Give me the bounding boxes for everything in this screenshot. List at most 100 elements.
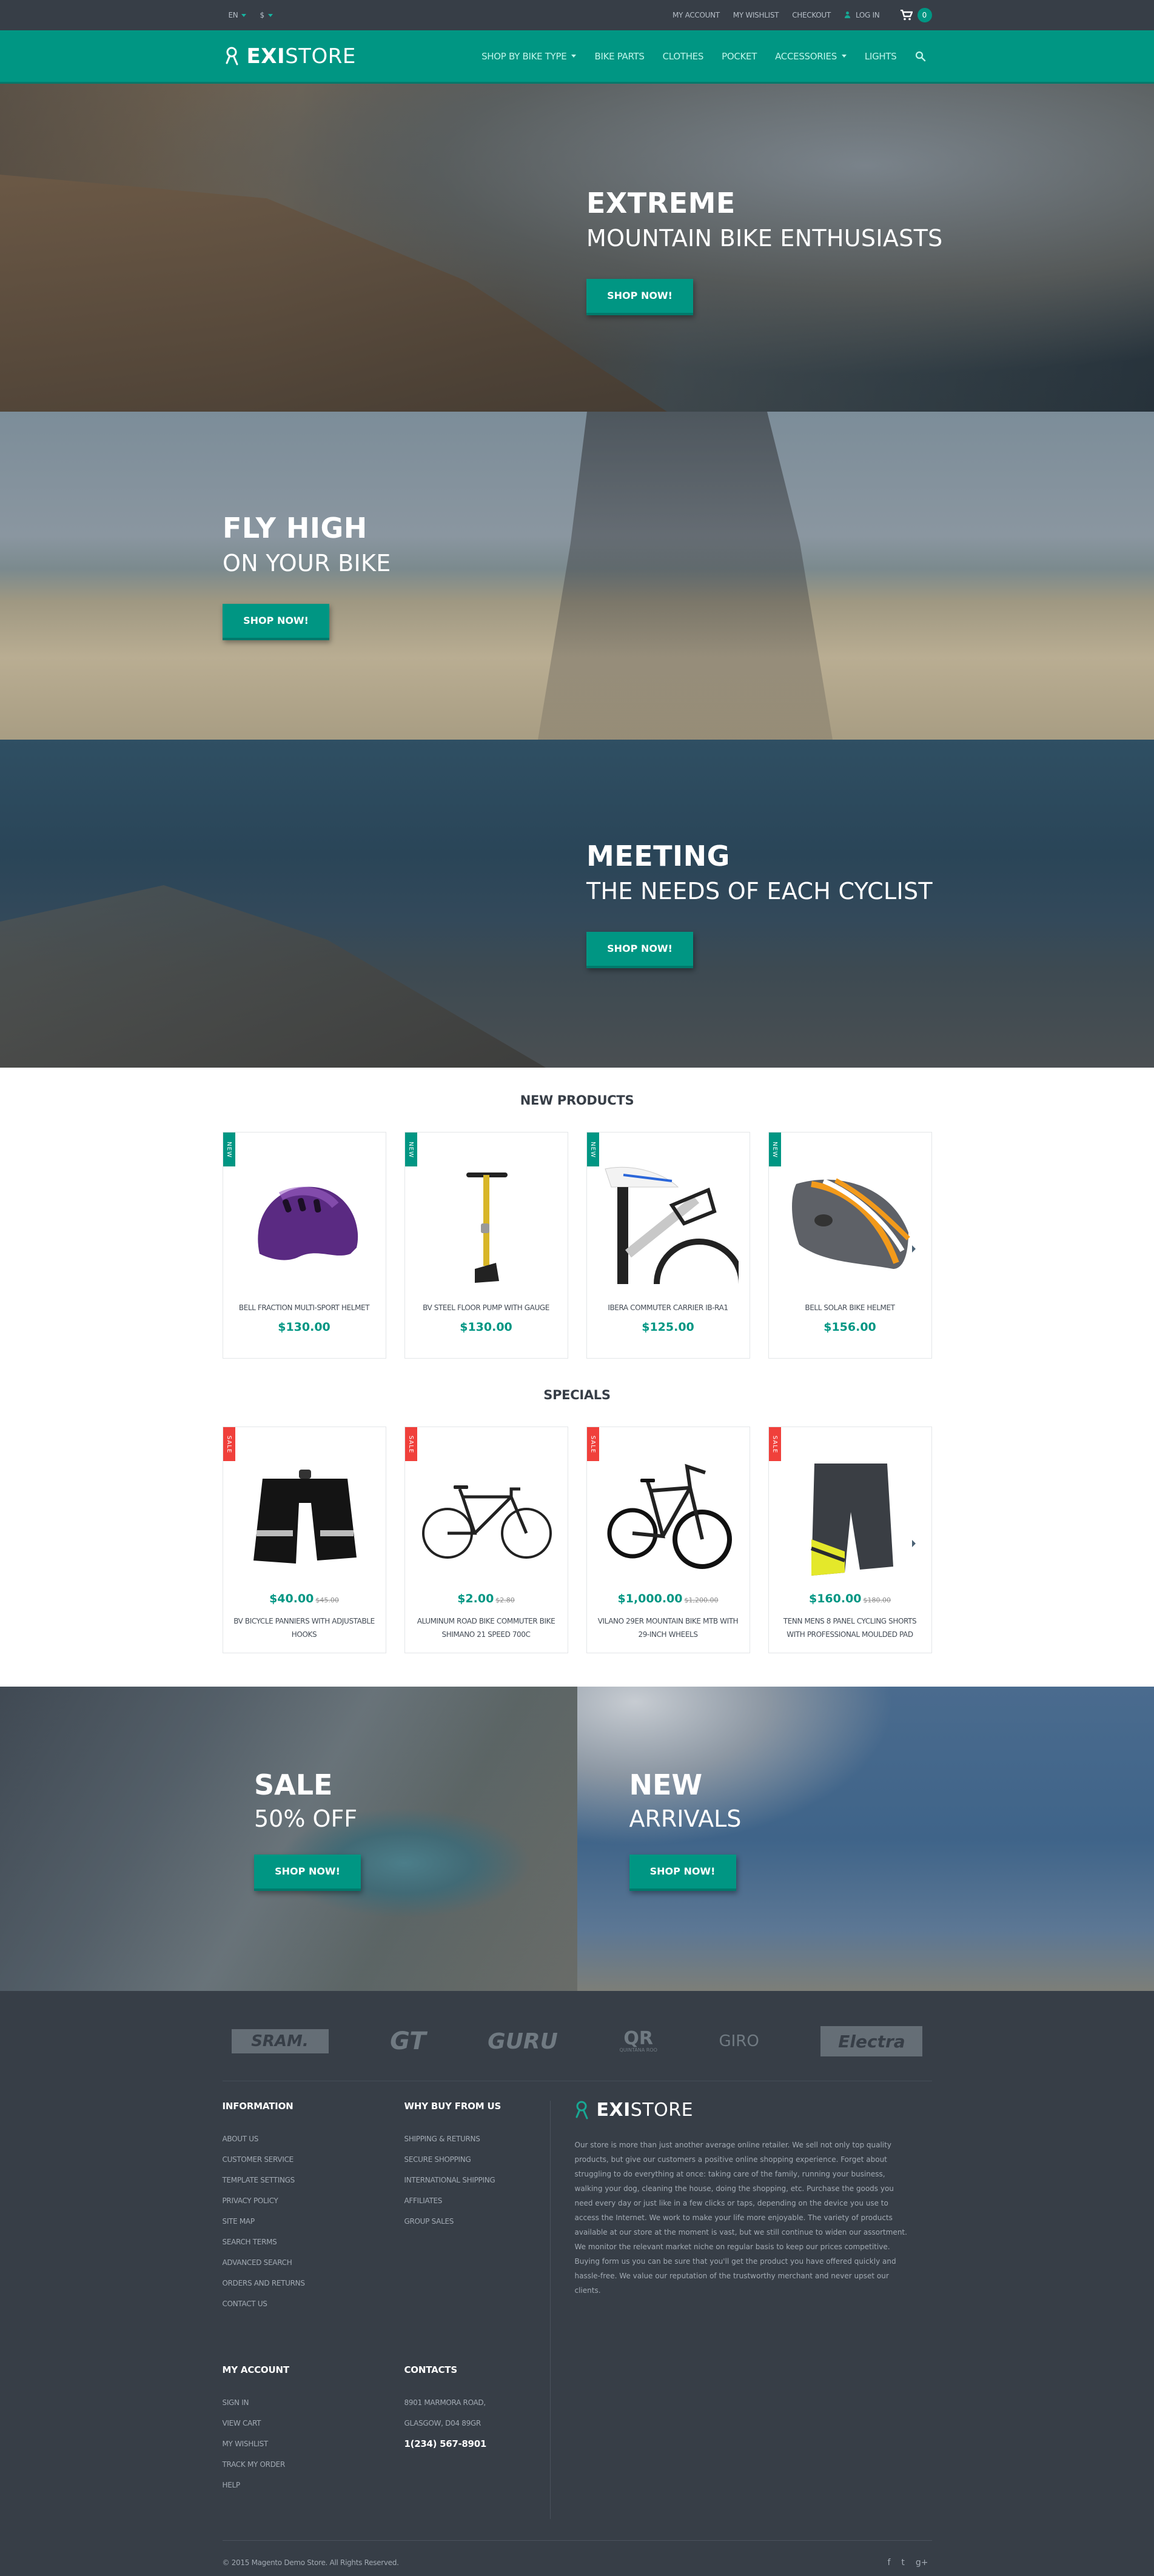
- product-name: BV STEEL FLOOR PUMP WITH GAUGE: [410, 1301, 563, 1314]
- search-icon[interactable]: [915, 51, 926, 62]
- footer-link[interactable]: INTERNATIONAL SHIPPING: [404, 2170, 550, 2190]
- brand-electra[interactable]: Electra: [820, 2026, 922, 2056]
- footer-logo[interactable]: EXISTORE: [575, 2099, 932, 2121]
- facebook-icon[interactable]: f: [887, 2558, 890, 2568]
- footer-link[interactable]: HELP: [223, 2475, 404, 2495]
- brand-sram[interactable]: SRAM.: [232, 2029, 329, 2053]
- product-card[interactable]: NEW BELL FRACTION MULTI-SPORT HELMET $13…: [223, 1132, 386, 1359]
- footer-col-my-account: MY ACCOUNT SIGN IN VIEW CART MY WISHLIST…: [223, 2364, 404, 2519]
- shop-now-button[interactable]: SHOP NOW!: [223, 604, 329, 640]
- product-card[interactable]: NEW IBERA COMMUTER CARRIER IB-RA1 $125.0…: [586, 1132, 750, 1359]
- hero-image-mountain-biker: [0, 84, 1154, 412]
- footer-bottom: © 2015 Magento Demo Store. All Rights Re…: [223, 2541, 932, 2568]
- nav-accessories[interactable]: ACCESSORIES: [775, 51, 847, 62]
- product-card[interactable]: NEW BV STEEL FLOOR PUMP WITH GAUGE $130.…: [404, 1132, 568, 1359]
- product-price: $130.00: [405, 1320, 568, 1334]
- product-card[interactable]: SALE $160.00$180.00 TENN MENS 8 PANEL CY…: [768, 1427, 932, 1653]
- product-price: $125.00: [587, 1320, 750, 1334]
- footer-link[interactable]: VIEW CART: [223, 2413, 404, 2434]
- hero-image-cyclist-field: [0, 412, 1154, 740]
- footer-link[interactable]: CONTACT US: [223, 2293, 404, 2314]
- product-name: BELL FRACTION MULTI-SPORT HELMET: [228, 1301, 381, 1314]
- address-line: GLASGOW, D04 89GR: [404, 2413, 550, 2434]
- footer-link[interactable]: GROUP SALES: [404, 2211, 550, 2232]
- footer-link[interactable]: TRACK MY ORDER: [223, 2454, 404, 2475]
- badge-label: NEW: [589, 1142, 596, 1158]
- my-account-link[interactable]: MY ACCOUNT: [673, 11, 720, 19]
- footer-link[interactable]: ORDERS AND RETURNS: [223, 2273, 404, 2293]
- language-switcher[interactable]: EN: [229, 11, 247, 19]
- carousel-next-icon[interactable]: [912, 1540, 916, 1547]
- badge-label: SALE: [226, 1435, 232, 1453]
- nav-bike-parts[interactable]: BIKE PARTS: [594, 51, 644, 62]
- address-line: 8901 MARMORA ROAD,: [404, 2392, 550, 2413]
- footer-columns: INFORMATION ABOUT US CUSTOMER SERVICE TE…: [223, 2101, 550, 2519]
- brand-quintana-roo[interactable]: QRQUINTANA ROO: [619, 2030, 657, 2053]
- footer-link[interactable]: PRIVACY POLICY: [223, 2190, 404, 2211]
- footer-link[interactable]: TEMPLATE SETTINGS: [223, 2170, 404, 2190]
- logo-text: EXISTORE: [247, 44, 356, 69]
- footer-link[interactable]: CUSTOMER SERVICE: [223, 2149, 404, 2170]
- nav-pocket[interactable]: POCKET: [722, 51, 757, 62]
- shop-now-button[interactable]: SHOP NOW!: [629, 1855, 736, 1891]
- product-image-cycling-shorts: [781, 1457, 921, 1579]
- footer-link[interactable]: SITE MAP: [223, 2211, 404, 2232]
- main-header: EXISTORE SHOP BY BIKE TYPE BIKE PARTS CL…: [0, 30, 1154, 84]
- currency-switcher[interactable]: $: [260, 11, 272, 19]
- nav-label: SHOP BY BIKE TYPE: [481, 51, 566, 62]
- product-image-purple-helmet: [235, 1163, 375, 1284]
- footer-link[interactable]: ABOUT US: [223, 2129, 404, 2149]
- promo-title: SALE: [254, 1768, 361, 1802]
- slide-title: EXTREME: [586, 187, 943, 220]
- product-card[interactable]: SALE $2.00$2.80 ALUMINUM ROAD BIKE COMMU…: [404, 1427, 568, 1653]
- nav-clothes[interactable]: CLOTHES: [663, 51, 703, 62]
- shop-now-button[interactable]: SHOP NOW!: [254, 1855, 361, 1891]
- old-price: $45.00: [315, 1596, 339, 1604]
- carousel-next-icon[interactable]: [912, 1245, 916, 1253]
- phone-number[interactable]: 1(234) 567-8901: [404, 2434, 550, 2454]
- google-plus-icon[interactable]: g+: [916, 2558, 928, 2568]
- cart-button[interactable]: 0: [901, 8, 932, 22]
- footer-link[interactable]: SECURE SHOPPING: [404, 2149, 550, 2170]
- shop-now-button[interactable]: SHOP NOW!: [586, 279, 693, 315]
- currency-label: $: [260, 11, 264, 19]
- nav-label: ACCESSORIES: [775, 51, 837, 62]
- special-price: $2.00: [457, 1592, 494, 1605]
- hero-slide-meeting: MEETING THE NEEDS OF EACH CYCLIST SHOP N…: [0, 740, 1154, 1068]
- sale-badge: SALE: [769, 1427, 781, 1461]
- brand-giro[interactable]: GIRO: [719, 2032, 759, 2050]
- twitter-icon[interactable]: t: [901, 2558, 905, 2568]
- promo-caption: NEW ARRIVALS SHOP NOW!: [629, 1768, 742, 1891]
- checkout-link[interactable]: CHECKOUT: [792, 11, 831, 19]
- nav-shop-by-bike-type[interactable]: SHOP BY BIKE TYPE: [481, 51, 576, 62]
- slide-caption: FLY HIGH ON YOUR BIKE SHOP NOW!: [223, 512, 391, 640]
- footer-heading: WHY BUY FROM US: [404, 2101, 550, 2112]
- shop-now-button[interactable]: SHOP NOW!: [586, 932, 693, 968]
- footer-link[interactable]: SHIPPING & RETURNS: [404, 2129, 550, 2149]
- my-wishlist-link[interactable]: MY WISHLIST: [733, 11, 779, 19]
- badge-label: NEW: [771, 1142, 778, 1158]
- slide-subtitle: MOUNTAIN BIKE ENTHUSIASTS: [586, 222, 943, 255]
- footer-link[interactable]: AFFILIATES: [404, 2190, 550, 2211]
- footer-main: INFORMATION ABOUT US CUSTOMER SERVICE TE…: [223, 2081, 932, 2519]
- login-link[interactable]: LOG IN: [844, 11, 880, 19]
- footer-link[interactable]: SIGN IN: [223, 2392, 404, 2413]
- footer-link[interactable]: ADVANCED SEARCH: [223, 2252, 404, 2273]
- footer-col-information: INFORMATION ABOUT US CUSTOMER SERVICE TE…: [223, 2101, 404, 2338]
- product-card[interactable]: SALE $40.00$45.00 BV BICYCLE PANNIERS WI…: [223, 1427, 386, 1653]
- logo[interactable]: EXISTORE: [225, 44, 356, 69]
- chevron-down-icon: [268, 14, 273, 17]
- footer: SRAM. GT GURU QRQUINTANA ROO GIRO Electr…: [0, 1991, 1154, 2576]
- brand-gt[interactable]: GT: [390, 2027, 426, 2055]
- nav-lights[interactable]: LIGHTS: [865, 51, 897, 62]
- product-card[interactable]: NEW BELL SOLAR BIKE HELMET $156.00: [768, 1132, 932, 1359]
- brand-guru[interactable]: GURU: [488, 2029, 558, 2054]
- product-image-road-bike: [417, 1457, 557, 1579]
- footer-link[interactable]: SEARCH TERMS: [223, 2232, 404, 2252]
- product-card[interactable]: SALE $1,000.00$1,200.00 VILANO 29ER MOUN…: [586, 1427, 750, 1653]
- brand-logos: SRAM. GT GURU QRQUINTANA ROO GIRO Electr…: [226, 2020, 929, 2062]
- footer-link[interactable]: MY WISHLIST: [223, 2434, 404, 2454]
- slide-caption: EXTREME MOUNTAIN BIKE ENTHUSIASTS SHOP N…: [586, 187, 943, 315]
- brand-sub: QUINTANA ROO: [619, 2048, 657, 2053]
- logo-bold: EXI: [597, 2099, 631, 2121]
